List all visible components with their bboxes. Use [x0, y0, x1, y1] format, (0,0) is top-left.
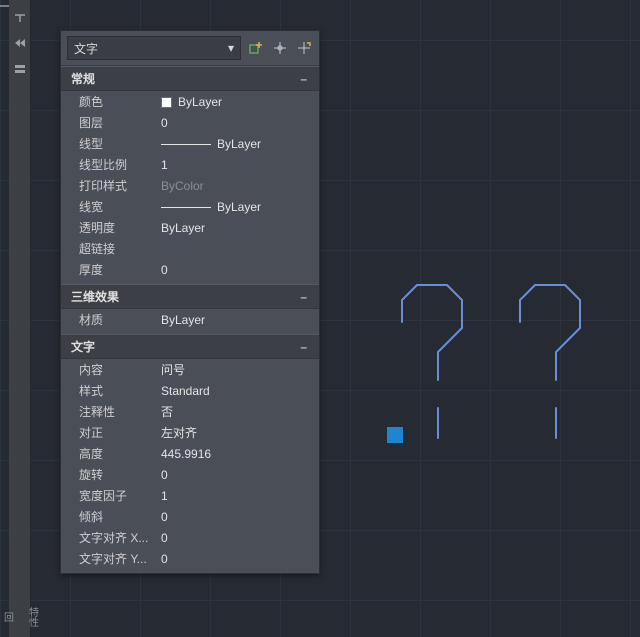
prop-label: 透明度 — [79, 219, 161, 237]
prop-value[interactable]: ByLayer — [161, 219, 311, 237]
prop-label: 线宽 — [79, 198, 161, 216]
prop-value[interactable]: 问号 — [161, 361, 311, 379]
section-title: 文字 — [71, 338, 95, 355]
prop-value[interactable]: 1 — [161, 156, 311, 174]
prop-label: 文字对齐 X... — [79, 529, 161, 547]
collapse-icon[interactable] — [13, 36, 27, 50]
sidebar-label2: 回 — [0, 612, 15, 622]
prop-value[interactable]: ByLayer — [161, 198, 311, 216]
prop-label: 材质 — [79, 311, 161, 329]
pick-icon[interactable] — [271, 39, 289, 57]
settings-icon[interactable] — [13, 62, 27, 76]
prop-row: 材质ByLayer — [61, 309, 319, 330]
prop-row: 文字对齐 Y...0 — [61, 548, 319, 569]
prop-label: 厚度 — [79, 261, 161, 279]
section-title: 常规 — [71, 70, 95, 87]
section-general-rows: 颜色ByLayer 图层0 线型ByLayer 线型比例1 打印样式ByColo… — [61, 91, 319, 284]
prop-row: 图层0 — [61, 112, 319, 133]
prop-row: 对正左对齐 — [61, 422, 319, 443]
prop-value[interactable]: 0 — [161, 466, 311, 484]
prop-row: 旋转0 — [61, 464, 319, 485]
chevron-down-icon: ▾ — [228, 41, 234, 55]
prop-row: 样式Standard — [61, 380, 319, 401]
prop-label: 样式 — [79, 382, 161, 400]
prop-value[interactable]: 0 — [161, 261, 311, 279]
ruler-tick — [0, 5, 9, 8]
section-header-text[interactable]: 文字 – — [61, 334, 319, 359]
quick-select-icon[interactable] — [295, 39, 313, 57]
prop-label: 线型比例 — [79, 156, 161, 174]
prop-value[interactable]: 0 — [161, 508, 311, 526]
prop-label: 超链接 — [79, 240, 161, 258]
prop-value[interactable]: 1 — [161, 487, 311, 505]
section-header-general[interactable]: 常规 – — [61, 66, 319, 91]
prop-label: 颜色 — [79, 93, 161, 111]
prop-value[interactable]: 否 — [161, 403, 311, 421]
prop-row: 内容问号 — [61, 359, 319, 380]
section-header-3d[interactable]: 三维效果 – — [61, 284, 319, 309]
prop-row: 线宽ByLayer — [61, 196, 319, 217]
prop-value: ByColor — [161, 177, 311, 195]
prop-label: 文字对齐 Y... — [79, 550, 161, 568]
panel-toolbar: 文字 ▾ — [61, 31, 319, 66]
prop-label: 高度 — [79, 445, 161, 463]
prop-value[interactable]: 0 — [161, 529, 311, 547]
prop-value[interactable]: ByLayer — [161, 93, 311, 111]
selection-grip-icon[interactable] — [387, 427, 403, 443]
add-selection-icon[interactable] — [247, 39, 265, 57]
prop-label: 倾斜 — [79, 508, 161, 526]
properties-panel: 文字 ▾ 常规 – 颜色ByLayer 图层0 线型ByLayer 线型比例1 … — [60, 30, 320, 574]
prop-row: 线型比例1 — [61, 154, 319, 175]
prop-value[interactable]: ByLayer — [161, 135, 311, 153]
collapse-toggle-icon[interactable]: – — [296, 290, 311, 304]
prop-value[interactable]: Standard — [161, 382, 311, 400]
pin-icon[interactable] — [13, 10, 27, 24]
prop-label: 内容 — [79, 361, 161, 379]
prop-row: 厚度0 — [61, 259, 319, 280]
prop-row: 透明度ByLayer — [61, 217, 319, 238]
prop-row: 高度445.9916 — [61, 443, 319, 464]
prop-row: 注释性否 — [61, 401, 319, 422]
prop-label: 旋转 — [79, 466, 161, 484]
prop-label: 注释性 — [79, 403, 161, 421]
prop-row: 超链接 — [61, 238, 319, 259]
prop-row: 打印样式ByColor — [61, 175, 319, 196]
prop-row: 线型ByLayer — [61, 133, 319, 154]
prop-row: 文字对齐 X...0 — [61, 527, 319, 548]
prop-label: 对正 — [79, 424, 161, 442]
prop-row: 倾斜0 — [61, 506, 319, 527]
section-text-rows: 内容问号 样式Standard 注释性否 对正左对齐 高度445.9916 旋转… — [61, 359, 319, 573]
prop-label: 线型 — [79, 135, 161, 153]
object-type-value: 文字 — [74, 40, 98, 57]
object-type-combo[interactable]: 文字 ▾ — [67, 36, 241, 60]
collapse-toggle-icon[interactable]: – — [296, 72, 311, 86]
prop-label: 宽度因子 — [79, 487, 161, 505]
prop-value[interactable]: 0 — [161, 114, 311, 132]
color-swatch-icon — [161, 97, 172, 108]
prop-value[interactable]: 0 — [161, 550, 311, 568]
prop-value[interactable]: ByLayer — [161, 311, 311, 329]
prop-value[interactable]: 左对齐 — [161, 424, 311, 442]
section-title: 三维效果 — [71, 288, 119, 305]
collapse-toggle-icon[interactable]: – — [296, 340, 311, 354]
prop-row: 宽度因子1 — [61, 485, 319, 506]
lineweight-preview-icon — [161, 207, 211, 208]
prop-row: 颜色ByLayer — [61, 91, 319, 112]
prop-label: 图层 — [79, 114, 161, 132]
section-3d-rows: 材质ByLayer — [61, 309, 319, 334]
prop-value[interactable]: 445.9916 — [161, 445, 311, 463]
vertical-toolbar: 特性 回 — [9, 0, 31, 637]
prop-label: 打印样式 — [79, 177, 161, 195]
sidebar-label: 特性 — [25, 607, 40, 627]
linetype-preview-icon — [161, 144, 211, 145]
